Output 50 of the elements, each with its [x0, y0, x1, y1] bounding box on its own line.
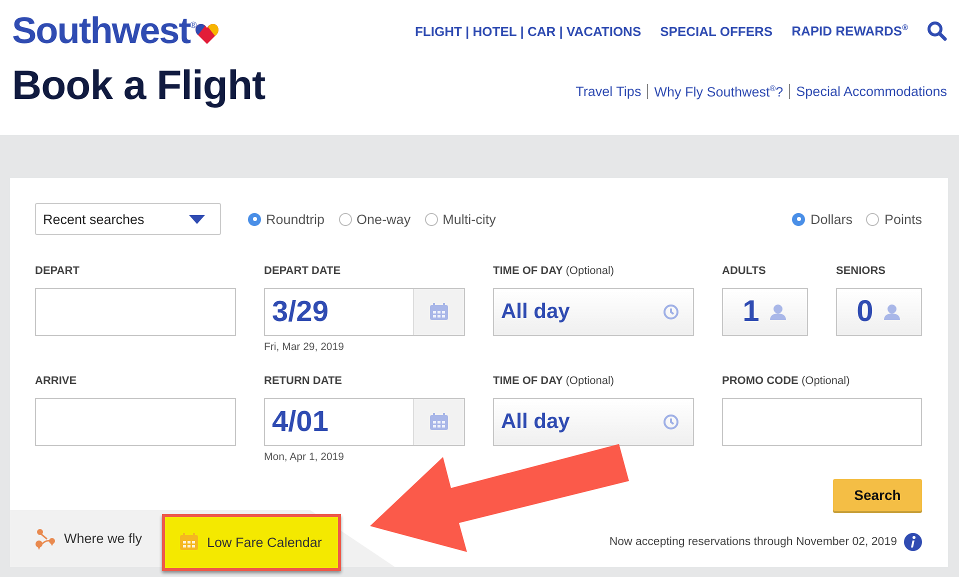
passenger-count[interactable]: 1	[722, 288, 808, 336]
caret-icon	[189, 214, 205, 224]
person-icon	[883, 304, 902, 320]
time-select[interactable]: All day	[493, 398, 694, 446]
recent-searches-dropdown[interactable]: Recent searches	[35, 203, 221, 235]
registered-mark: ®	[190, 20, 197, 30]
footer-link[interactable]: Low Fare Calendar	[162, 514, 341, 570]
field-label: RETURN DATE	[264, 375, 344, 389]
nav-link[interactable]: FLIGHT | HOTEL | CAR | VACATIONS	[414, 24, 642, 38]
radio-option[interactable]: Roundtrip	[248, 212, 325, 226]
search-icon[interactable]	[927, 21, 947, 41]
calendar-icon	[429, 303, 449, 321]
time-select[interactable]: All day	[493, 288, 694, 336]
input-field[interactable]	[35, 398, 236, 446]
field-label: DEPART	[35, 265, 80, 279]
brand-logo[interactable]: Southwest	[12, 10, 190, 52]
field-label: PROMO CODE (Optional)	[722, 375, 851, 389]
calendar-icon	[179, 533, 200, 551]
info-icon[interactable]	[904, 533, 922, 551]
info-link[interactable]: Special Accommodations	[796, 84, 947, 99]
radio-option[interactable]: Points	[866, 212, 922, 226]
field-label: ADULTS	[722, 265, 767, 279]
nav-link[interactable]: SPECIAL OFFERS	[660, 24, 773, 38]
person-icon	[769, 304, 788, 320]
page-title: Book a Flight	[12, 62, 266, 109]
route-pins-icon	[34, 528, 56, 550]
info-link[interactable]: Why Fly Southwest$^{®}$?	[654, 84, 784, 99]
input-field[interactable]	[35, 288, 236, 336]
field-label: SENIORS	[836, 265, 887, 279]
calendar-icon	[429, 413, 449, 431]
field-label: ARRIVE	[35, 375, 78, 389]
date-field[interactable]: 3/29	[264, 288, 465, 336]
info-link[interactable]: Travel Tips	[576, 84, 642, 99]
field-label: TIME OF DAY (Optional)	[493, 265, 616, 279]
clock-icon	[663, 304, 679, 320]
field-label: DEPART DATE	[264, 265, 342, 279]
date-note: Mon, Apr 1, 2019	[264, 451, 345, 463]
passenger-count[interactable]: 0	[836, 288, 922, 336]
input-field[interactable]	[722, 398, 922, 446]
date-field[interactable]: 4/01	[264, 398, 465, 446]
clock-icon	[663, 414, 679, 430]
date-note: Fri, Mar 29, 2019	[264, 341, 345, 353]
nav-link[interactable]: RAPID REWARDS$^{®}$	[792, 23, 908, 39]
radio-option[interactable]: One-way	[338, 212, 411, 226]
radio-option[interactable]: Multi-city	[424, 212, 496, 226]
field-label: TIME OF DAY (Optional)	[493, 375, 616, 389]
reservation-notice: Now accepting reservations through November 02, 2019	[609, 536, 897, 548]
radio-option[interactable]: Dollars	[792, 212, 852, 226]
footer-link[interactable]: Where we fly	[28, 510, 148, 567]
search-button[interactable]: Search	[833, 479, 922, 511]
